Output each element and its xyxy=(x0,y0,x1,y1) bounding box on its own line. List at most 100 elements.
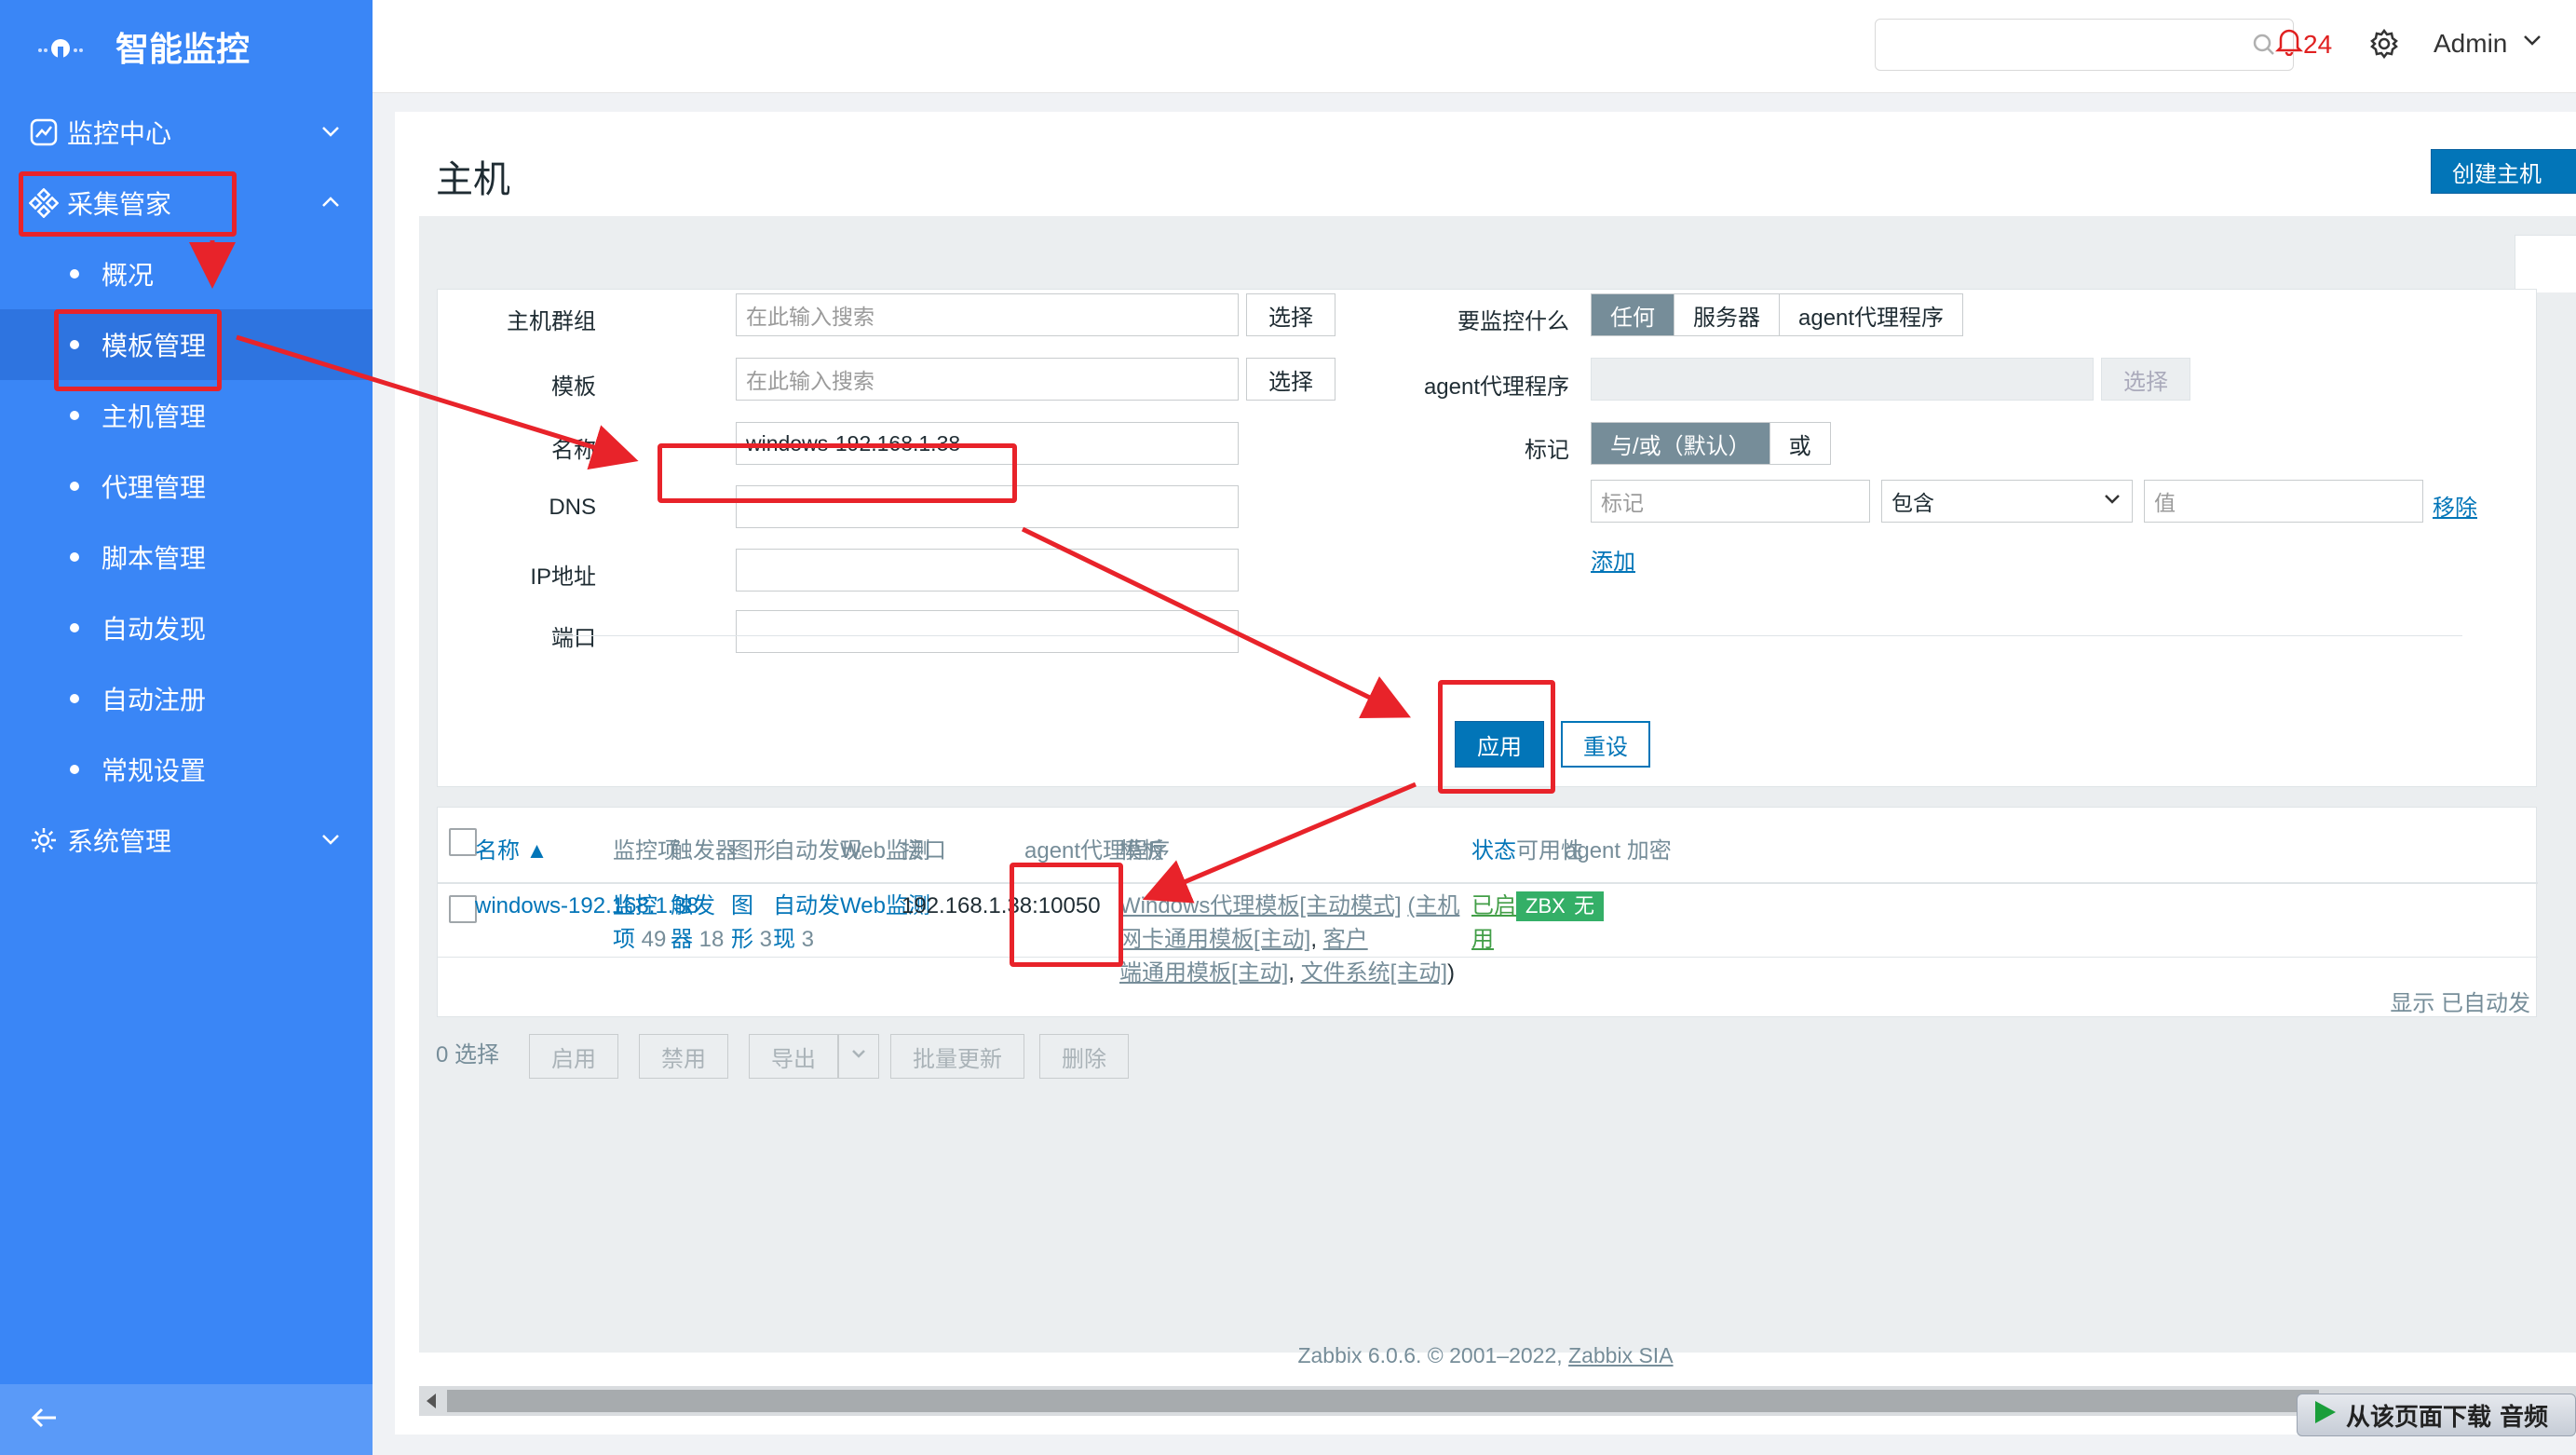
tag-operator-select[interactable]: 包含 xyxy=(1881,480,2133,523)
ip-input[interactable] xyxy=(736,549,1239,592)
monitor-option-any[interactable]: 任何 xyxy=(1592,294,1674,335)
sidebar-item-system[interactable]: 系统管理 xyxy=(0,805,373,876)
status-label-line1[interactable]: 已启 xyxy=(1471,893,1516,918)
table-row-divider xyxy=(438,957,2538,958)
alerts-button[interactable]: 24 xyxy=(2274,26,2332,62)
monitor-option-proxy[interactable]: agent代理程序 xyxy=(1780,294,1962,335)
remove-tag-link[interactable]: 移除 xyxy=(2433,489,2477,522)
monitor-option-server[interactable]: 服务器 xyxy=(1674,294,1780,335)
sidebar-subitem-scripts[interactable]: 脚本管理 xyxy=(0,522,373,592)
host-group-select-button[interactable]: 选择 xyxy=(1246,293,1335,336)
logo-icon xyxy=(28,20,93,73)
discovery-link[interactable]: 自动发现 3 xyxy=(773,890,840,957)
template-input[interactable]: 在此输入搜索 xyxy=(736,358,1239,401)
gear-icon xyxy=(28,824,60,856)
graphs-label-line2[interactable]: 形 xyxy=(731,927,753,952)
bell-icon xyxy=(2274,26,2304,62)
bullet-icon xyxy=(70,411,79,420)
template-link[interactable]: 文件系统[主动] xyxy=(1301,960,1447,986)
sidebar-item-collection[interactable]: 采集管家 xyxy=(0,168,373,238)
add-tag-link[interactable]: 添加 xyxy=(1591,543,1635,576)
horizontal-scrollbar[interactable] xyxy=(419,1386,2576,1416)
row-checkbox[interactable] xyxy=(449,895,477,923)
items-link[interactable]: 监控项 49 xyxy=(613,890,666,957)
sidebar-subitem-label: 自动发现 xyxy=(102,615,207,644)
sidebar-subitem-label: 模板管理 xyxy=(102,332,207,360)
encryption-none-badge: 无 xyxy=(1565,891,1605,921)
enable-button: 启用 xyxy=(529,1034,618,1079)
tag-name-input[interactable]: 标记 xyxy=(1591,480,1870,523)
brand: 智能监控 xyxy=(28,20,250,73)
items-label-line2[interactable]: 项 xyxy=(613,927,635,952)
settings-button[interactable] xyxy=(2368,28,2400,64)
sidebar-subitem-proxies[interactable]: 代理管理 xyxy=(0,451,373,522)
play-icon xyxy=(2311,1398,2339,1433)
interface-value: 192.168.1.38:10050 xyxy=(902,893,1101,918)
create-host-button[interactable]: 创建主机 xyxy=(2431,149,2576,194)
items-count: 49 xyxy=(641,927,667,952)
host-group-input[interactable]: 在此输入搜索 xyxy=(736,293,1239,336)
download-bar[interactable]: 从该页面下载 音频 xyxy=(2297,1394,2576,1436)
collapse-sidebar-button[interactable] xyxy=(0,1384,373,1455)
name-input[interactable]: windows-192.168.1.38 xyxy=(736,422,1239,465)
sidebar-subitem-autoregistration[interactable]: 自动注册 xyxy=(0,663,373,734)
encryption-badge: 无 xyxy=(1565,890,1605,923)
reset-button[interactable]: 重设 xyxy=(1561,721,1650,768)
triggers-label-line2[interactable]: 器 xyxy=(671,927,693,952)
host-group-label: 主机群组 xyxy=(507,309,596,334)
sidebar: 智能监控 监控中心 采集管家 概况 模板管理 主机管理 代理管理 脚本管理 自动… xyxy=(0,0,373,1455)
status-link[interactable]: 已启用 xyxy=(1471,890,1516,957)
status-label-line2[interactable]: 用 xyxy=(1471,927,1494,952)
apply-button[interactable]: 应用 xyxy=(1455,721,1544,768)
template-link[interactable]: Windows代理模板[主动模式] xyxy=(1119,893,1402,918)
chevron-down-icon xyxy=(2102,488,2122,514)
topbar: 24 Admin xyxy=(373,0,2576,93)
triggers-link[interactable]: 触发器 18 xyxy=(671,890,724,957)
discovery-label-line1[interactable]: 自动发 xyxy=(773,893,840,918)
template-link[interactable]: 端通用模板[主动] xyxy=(1119,960,1288,986)
filter-tab[interactable] xyxy=(2515,235,2576,292)
page-title: 主机 xyxy=(436,159,510,200)
template-link[interactable]: 客户 xyxy=(1323,927,1368,952)
select-all-checkbox[interactable] xyxy=(449,828,477,856)
export-button: 导出 xyxy=(749,1034,838,1079)
graphs-label-line1[interactable]: 图 xyxy=(731,893,753,918)
tag-option-and-or[interactable]: 与/或（默认） xyxy=(1592,423,1770,464)
sidebar-subitem-label: 脚本管理 xyxy=(102,544,207,573)
column-header-triggers: 触发器 xyxy=(671,838,738,863)
ip-label: IP地址 xyxy=(530,564,596,590)
column-header-name[interactable]: 名称 ▲ xyxy=(475,832,548,864)
scroll-thumb[interactable] xyxy=(447,1390,2319,1412)
template-select-button[interactable]: 选择 xyxy=(1246,358,1335,401)
sidebar-subitem-general[interactable]: 常规设置 xyxy=(0,734,373,805)
graphs-link[interactable]: 图形 3 xyxy=(731,890,772,957)
sidebar-item-label: 采集管家 xyxy=(67,190,172,219)
search-input[interactable] xyxy=(1875,19,2294,71)
footer-text: Zabbix 6.0.6. © 2001–2022, xyxy=(1297,1343,1569,1367)
sidebar-subitem-templates[interactable]: 模板管理 xyxy=(0,309,373,380)
tag-value-input[interactable]: 值 xyxy=(2144,480,2423,523)
items-label-line1[interactable]: 监控 xyxy=(613,893,658,918)
brand-name: 智能监控 xyxy=(115,30,251,68)
bullet-icon xyxy=(70,482,79,491)
dns-input[interactable] xyxy=(736,485,1239,528)
sidebar-subitem-hosts[interactable]: 主机管理 xyxy=(0,380,373,451)
sidebar-item-monitoring[interactable]: 监控中心 xyxy=(0,97,373,168)
chevron-down-icon xyxy=(2520,28,2544,59)
sidebar-subitem-overview[interactable]: 概况 xyxy=(0,238,373,309)
port-input[interactable] xyxy=(736,610,1239,653)
triggers-count: 18 xyxy=(698,927,725,952)
user-menu[interactable]: Admin xyxy=(2434,28,2544,59)
proxy-label: agent代理程序 xyxy=(1423,374,1569,400)
scroll-left-icon[interactable] xyxy=(427,1394,436,1408)
bullet-icon xyxy=(70,552,79,562)
tag-option-or[interactable]: 或 xyxy=(1770,423,1830,464)
column-header-status[interactable]: 状态 xyxy=(1471,832,1516,864)
filter-divider xyxy=(553,635,2462,636)
sidebar-subitem-discovery[interactable]: 自动发现 xyxy=(0,592,373,663)
proxy-select-button: 选择 xyxy=(2101,358,2190,401)
download-bar-text: 从该页面下载 音频 xyxy=(2346,1403,2549,1432)
triggers-label-line1[interactable]: 触发 xyxy=(671,893,715,918)
footer-link[interactable]: Zabbix SIA xyxy=(1568,1343,1674,1367)
discovery-label-line2[interactable]: 现 xyxy=(773,927,795,952)
